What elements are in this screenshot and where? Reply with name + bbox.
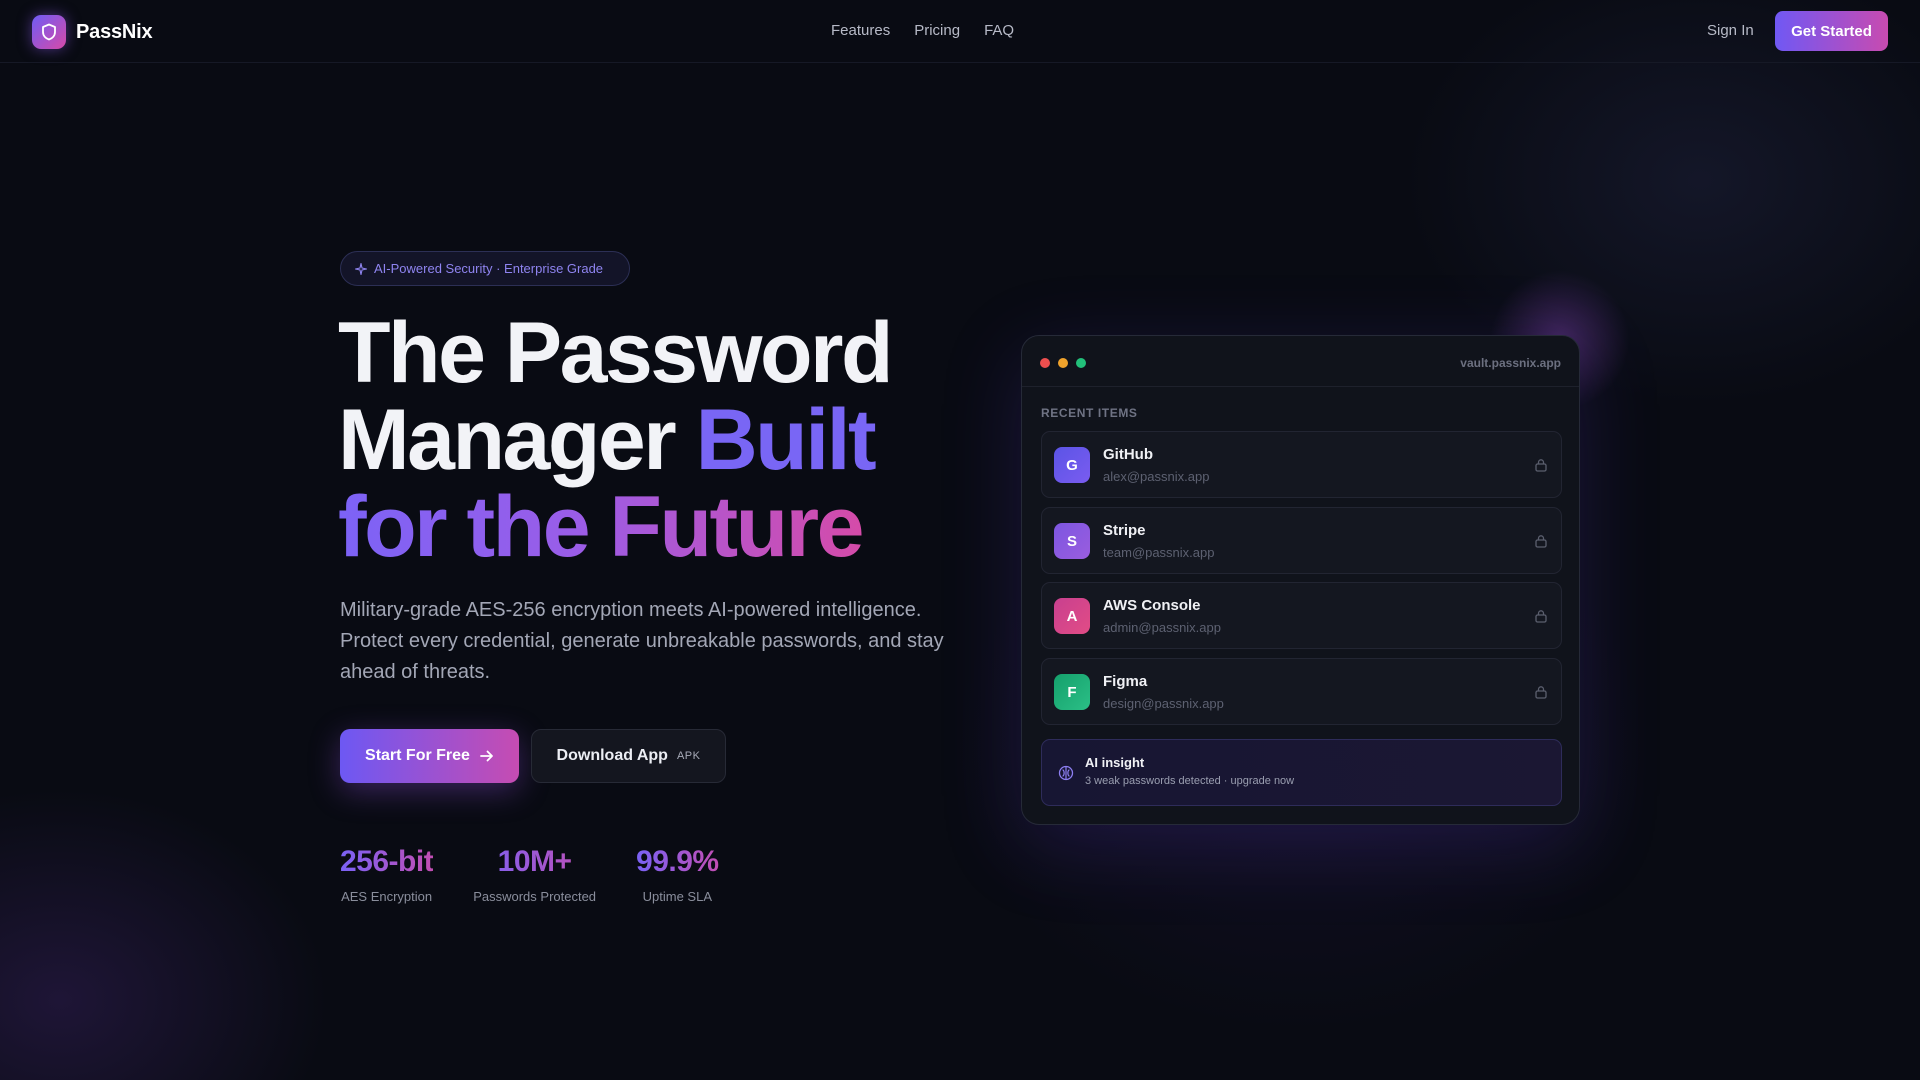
brain-icon xyxy=(1058,765,1074,781)
get-started-button[interactable]: Get Started xyxy=(1775,11,1888,51)
stat-uptime: 99.9% Uptime SLA xyxy=(636,845,719,904)
start-for-free-button[interactable]: Start For Free xyxy=(340,729,519,783)
lock-icon xyxy=(1535,610,1547,623)
ai-insight-panel[interactable]: AI insight 3 weak passwords detected · u… xyxy=(1041,739,1562,806)
vault-item-github[interactable]: G GitHub alex@passnix.app xyxy=(1041,431,1562,498)
sign-in-link[interactable]: Sign In xyxy=(1707,22,1754,39)
stat-label: Uptime SLA xyxy=(642,889,713,904)
nav-link-pricing[interactable]: Pricing xyxy=(914,22,960,39)
stat-passwords: 10M+ Passwords Protected xyxy=(473,845,596,904)
item-email: design@passnix.app xyxy=(1103,696,1224,711)
vault-titlebar: vault.passnix.app xyxy=(1022,336,1579,387)
hero-headline: The Password Manager Built for the Futur… xyxy=(338,310,1018,571)
nav-link-features[interactable]: Features xyxy=(831,22,890,39)
lock-icon xyxy=(1535,686,1547,699)
stats-row: 256-bit AES Encryption 10M+ Passwords Pr… xyxy=(340,845,759,904)
brand[interactable]: PassNix xyxy=(32,15,153,49)
recent-items-label: RECENT ITEMS xyxy=(1041,406,1138,420)
hero-badge-text: AI-Powered Security · Enterprise Grade xyxy=(374,261,604,276)
landing-page: PassNix Features Pricing FAQ Sign In Get… xyxy=(0,0,1920,1080)
headline-line-1: The Password xyxy=(338,305,894,401)
brand-name: PassNix xyxy=(76,20,153,43)
avatar: F xyxy=(1054,674,1090,710)
apk-tag: APK xyxy=(676,750,701,762)
arrow-right-icon xyxy=(480,750,493,762)
start-for-free-label: Start For Free xyxy=(365,747,470,764)
vault-url: vault.passnix.app xyxy=(1460,356,1561,370)
item-name: AWS Console xyxy=(1103,597,1201,614)
stat-label: Passwords Protected xyxy=(473,889,597,904)
stat-encryption: 256-bit AES Encryption xyxy=(340,845,434,904)
stat-value: 99.9% xyxy=(636,845,719,878)
avatar: S xyxy=(1054,523,1090,559)
stat-label: AES Encryption xyxy=(341,889,433,904)
window-dot-red xyxy=(1040,358,1050,368)
item-name: GitHub xyxy=(1103,446,1153,463)
stat-value: 256-bit xyxy=(340,845,434,878)
nav-links: Features Pricing FAQ xyxy=(831,22,1014,39)
stat-value: 10M+ xyxy=(473,845,596,879)
insight-title: AI insight xyxy=(1085,755,1145,770)
vault-item-figma[interactable]: F Figma design@passnix.app xyxy=(1041,658,1562,725)
window-dot-yellow xyxy=(1058,358,1068,368)
insight-text: 3 weak passwords detected · upgrade now xyxy=(1085,775,1295,787)
nav-link-faq[interactable]: FAQ xyxy=(984,22,1014,39)
avatar: A xyxy=(1054,598,1090,634)
vault-item-aws[interactable]: A AWS Console admin@passnix.app xyxy=(1041,582,1562,649)
hero-subtext: Military-grade AES-256 encryption meets … xyxy=(340,599,944,683)
shield-icon xyxy=(32,15,66,49)
headline-line-2a: Manager xyxy=(338,392,696,488)
download-app-label: Download App xyxy=(556,747,668,764)
window-dot-green xyxy=(1076,358,1086,368)
lock-icon xyxy=(1535,535,1547,548)
download-app-button[interactable]: Download App APK xyxy=(531,729,726,783)
item-email: admin@passnix.app xyxy=(1103,620,1221,635)
headline-line-3: for the Future xyxy=(338,479,864,575)
hero-badge: AI-Powered Security · Enterprise Grade xyxy=(340,251,630,286)
avatar: G xyxy=(1054,447,1090,483)
vault-preview-card: vault.passnix.app RECENT ITEMS G GitHub … xyxy=(1021,335,1580,825)
item-name: Stripe xyxy=(1103,522,1146,539)
item-email: team@passnix.app xyxy=(1103,545,1215,560)
lock-icon xyxy=(1535,459,1547,472)
vault-item-stripe[interactable]: S Stripe team@passnix.app xyxy=(1041,507,1562,574)
headline-line-2b: Built xyxy=(695,392,877,488)
top-nav: PassNix Features Pricing FAQ Sign In Get… xyxy=(0,0,1920,63)
item-email: alex@passnix.app xyxy=(1103,469,1210,484)
item-name: Figma xyxy=(1103,673,1148,690)
sparkle-icon xyxy=(355,262,367,275)
